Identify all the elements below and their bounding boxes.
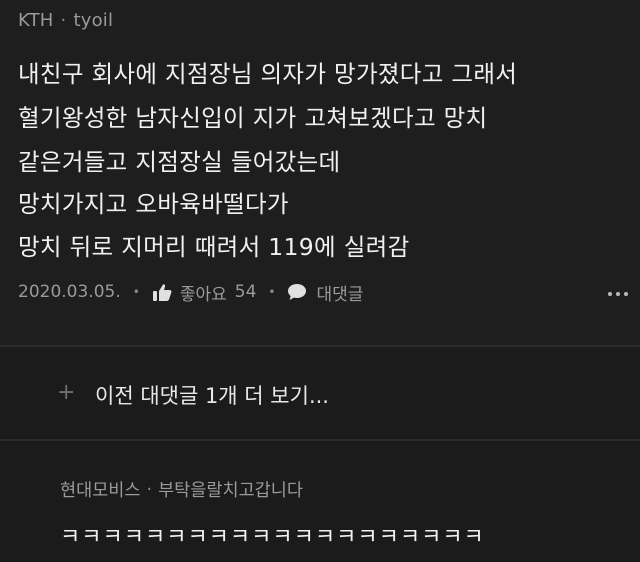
reply-author[interactable]: 현대모비스 · 부탁을랄치고갑니다 xyxy=(60,477,303,502)
reply-label: 대댓글 xyxy=(316,284,364,305)
meta-separator: • xyxy=(268,285,276,299)
reply-comment: 현대모비스 · 부탁을랄치고갑니다 ㅋㅋㅋㅋㅋㅋㅋㅋㅋㅋㅋㅋㅋㅋㅋㅋㅋㅋㅋㅋ xyxy=(0,441,640,562)
comment-date: 2020.03.05. xyxy=(18,282,121,302)
author-name: tyoil xyxy=(73,10,114,31)
author-org: KTH xyxy=(18,10,54,31)
reply-button[interactable]: 대댓글 xyxy=(287,280,363,305)
comment-body-line: 내친구 회사에 지점장님 의자가 망가졌다고 그래서 xyxy=(18,60,518,88)
reply-author-org: 현대모비스 xyxy=(60,481,141,501)
meta-separator: • xyxy=(132,285,140,299)
comment-body-line: 같은거들고 지점장실 들어갔는데 xyxy=(18,148,341,176)
load-previous-replies-button[interactable]: + 이전 대댓글 1개 더 보기... xyxy=(0,347,640,439)
speech-bubble-icon xyxy=(287,283,307,301)
like-label: 좋아요 xyxy=(179,284,227,305)
more-options-icon[interactable] xyxy=(604,286,632,302)
like-button[interactable]: 좋아요 54 xyxy=(152,280,257,305)
reply-author-name: 부탁을랄치고갑니다 xyxy=(158,481,303,501)
comment: KTH · tyoil 내친구 회사에 지점장님 의자가 망가졌다고 그래서 혈… xyxy=(0,0,640,345)
comment-author[interactable]: KTH · tyoil xyxy=(18,10,113,31)
author-separator: · xyxy=(60,10,67,31)
author-separator: · xyxy=(146,479,153,500)
load-previous-replies-label: 이전 대댓글 1개 더 보기... xyxy=(95,384,329,408)
comment-meta: 2020.03.05. • 좋아요 54 • 대댓글 xyxy=(18,280,363,305)
comment-body-line: 망치가지고 오바육바떨다가 xyxy=(18,190,289,218)
plus-icon: + xyxy=(57,380,76,405)
reply-body: ㅋㅋㅋㅋㅋㅋㅋㅋㅋㅋㅋㅋㅋㅋㅋㅋㅋㅋㅋㅋ xyxy=(60,525,485,550)
thumbs-up-icon xyxy=(152,283,172,302)
like-count: 54 xyxy=(234,282,257,302)
comment-body-line: 혈기왕성한 남자신입이 지가 고쳐보겠다고 망치 xyxy=(18,104,488,132)
comment-body-line: 망치 뒤로 지머리 때려서 119에 실려감 xyxy=(18,233,410,261)
